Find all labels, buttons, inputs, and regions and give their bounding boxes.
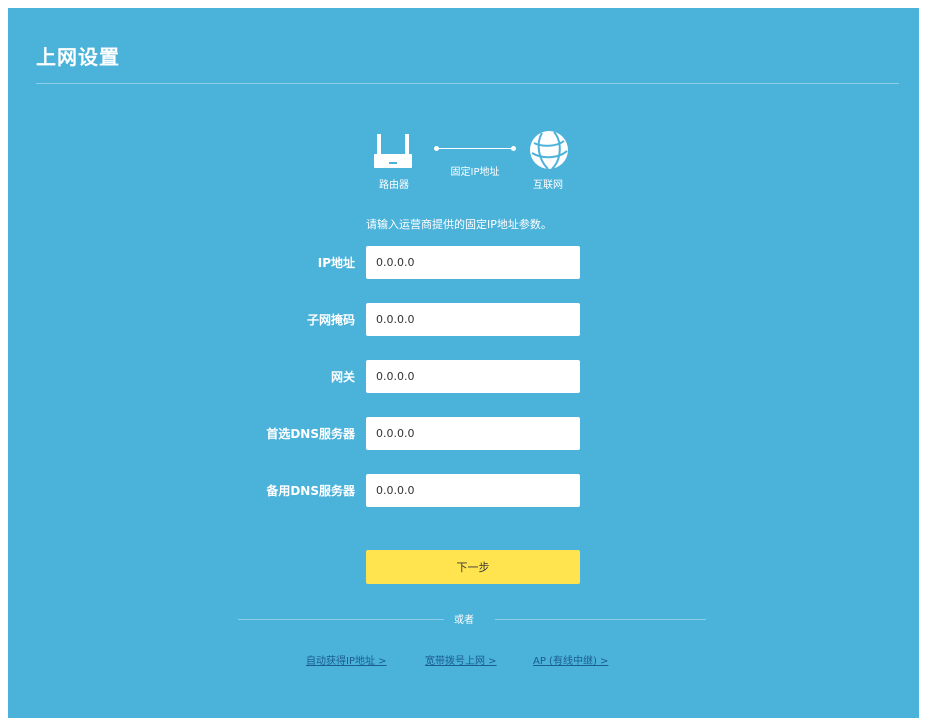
globe-icon: [530, 131, 568, 170]
gateway-input[interactable]: [366, 360, 580, 393]
secondary-dns-label: 备用DNS服务器: [266, 484, 355, 498]
form-row-gateway: 网关: [8, 360, 919, 393]
connection-dot-left: [434, 146, 439, 151]
secondary-dns-input[interactable]: [366, 474, 580, 507]
or-divider-right: [495, 619, 706, 620]
auto-ip-link[interactable]: 自动获得IP地址 >: [306, 652, 387, 667]
ip-address-label: IP地址: [317, 256, 355, 270]
primary-dns-label: 首选DNS服务器: [266, 427, 355, 441]
ap-wired-relay-link[interactable]: AP (有线中继) >: [533, 652, 608, 667]
internet-label: 互联网: [533, 180, 563, 191]
title-divider: [36, 83, 899, 84]
form-row-subnet-mask: 子网掩码: [8, 303, 919, 336]
instruction-text: 请输入运营商提供的固定IP地址参数。: [366, 218, 552, 231]
page-title: 上网设置: [36, 45, 120, 69]
connection-type-label: 固定IP地址: [450, 167, 500, 178]
or-divider-left: [238, 619, 444, 620]
subnet-mask-label: 子网掩码: [306, 313, 355, 327]
connection-dot-right: [511, 146, 516, 151]
setup-panel: 上网设置 路由器 固定IP地址 互联网 请输入运营商提供的固定IP地址参数。 I…: [8, 8, 919, 718]
router-label: 路由器: [379, 180, 409, 191]
router-icon: [374, 134, 412, 168]
ip-address-input[interactable]: [366, 246, 580, 279]
form-row-secondary-dns: 备用DNS服务器: [8, 474, 919, 507]
form-row-ip-address: IP地址: [8, 246, 919, 279]
next-button[interactable]: 下一步: [366, 550, 580, 584]
pppoe-link[interactable]: 宽带拨号上网 >: [425, 652, 497, 667]
primary-dns-input[interactable]: [366, 417, 580, 450]
gateway-label: 网关: [330, 370, 355, 384]
connection-line: [436, 148, 514, 149]
subnet-mask-input[interactable]: [366, 303, 580, 336]
or-label: 或者: [454, 615, 474, 626]
form-row-primary-dns: 首选DNS服务器: [8, 417, 919, 450]
